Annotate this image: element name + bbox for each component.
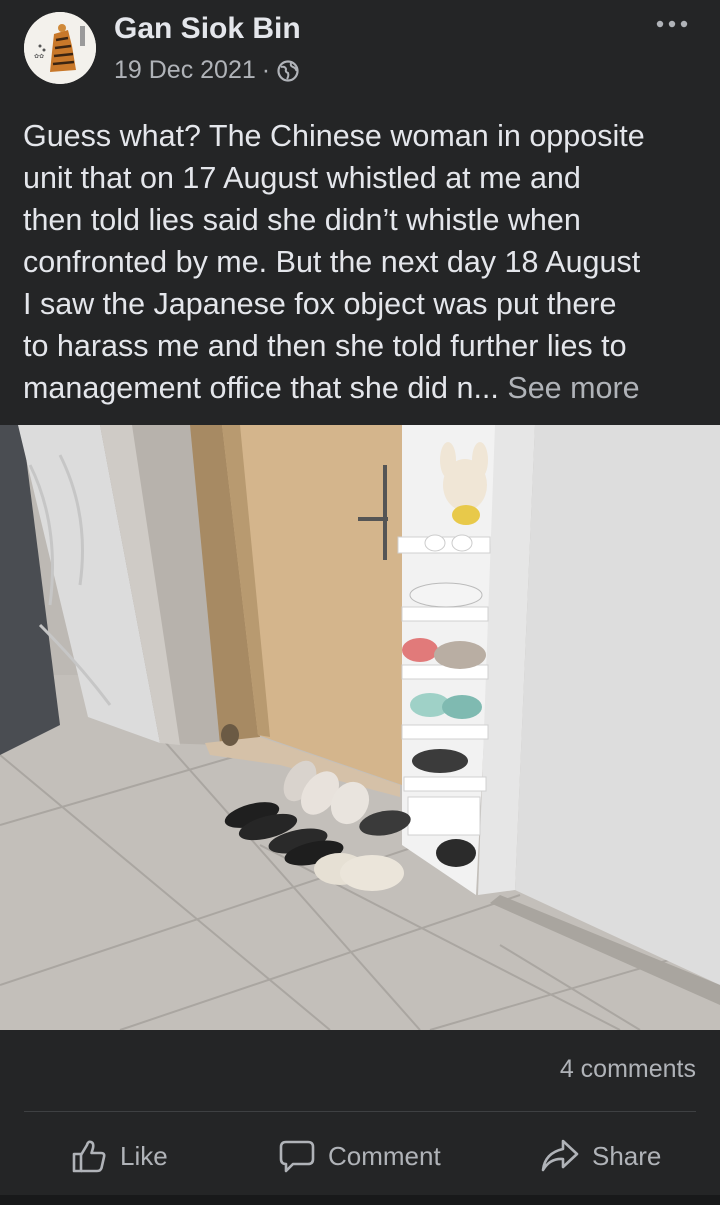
post-text-line: then told lies said she didn’t whistle w… [23,203,581,237]
globe-icon[interactable] [276,59,300,83]
author-name[interactable]: Gan Siok Bin [114,12,301,46]
post-header: ✿✿ Gan Siok Bin 19 Dec 2021 · [0,0,720,100]
avatar-image: ✿✿ [24,12,96,84]
like-label: Like [120,1140,168,1171]
post-text-line: management office that she did n... [23,371,499,405]
comment-bubble-icon [279,1140,315,1173]
post-text-line: I saw the Japanese fox object was put th… [23,287,617,321]
post-text-line: to harass me and then she told further l… [23,329,627,363]
post-meta: 19 Dec 2021 · [114,56,300,85]
comment-label: Comment [328,1140,441,1171]
post-date[interactable]: 19 Dec 2021 [114,56,256,85]
post-text-last-line: management office that she did n... See … [23,367,703,409]
comment-button[interactable]: Comment [278,1130,441,1182]
meta-separator: · [261,56,271,84]
action-bar: Like Comment Share [0,1130,720,1182]
see-more-link[interactable]: See more [507,371,639,405]
more-options-icon[interactable] [654,14,690,34]
feed-separator [0,1195,720,1205]
thumbs-up-icon [72,1140,106,1173]
post-text: Guess what? The Chinese woman in opposit… [23,115,703,409]
like-button[interactable]: Like [70,1130,168,1182]
avatar[interactable]: ✿✿ [24,12,96,84]
share-label: Share [592,1140,662,1171]
post-text-line: unit that on 17 August whistled at me an… [23,161,581,195]
divider [24,1111,696,1112]
post-text-line: Guess what? The Chinese woman in opposit… [23,119,645,153]
comments-count[interactable]: 4 comments [560,1055,696,1084]
svg-text:✿✿: ✿✿ [34,53,44,60]
share-arrow-icon [541,1139,579,1172]
post-photo[interactable] [0,425,720,1030]
facebook-post: ✿✿ Gan Siok Bin 19 Dec 2021 · Guess what… [0,0,720,1205]
post-text-line: confronted by me. But the next day 18 Au… [23,245,641,279]
share-button[interactable]: Share [540,1130,661,1182]
